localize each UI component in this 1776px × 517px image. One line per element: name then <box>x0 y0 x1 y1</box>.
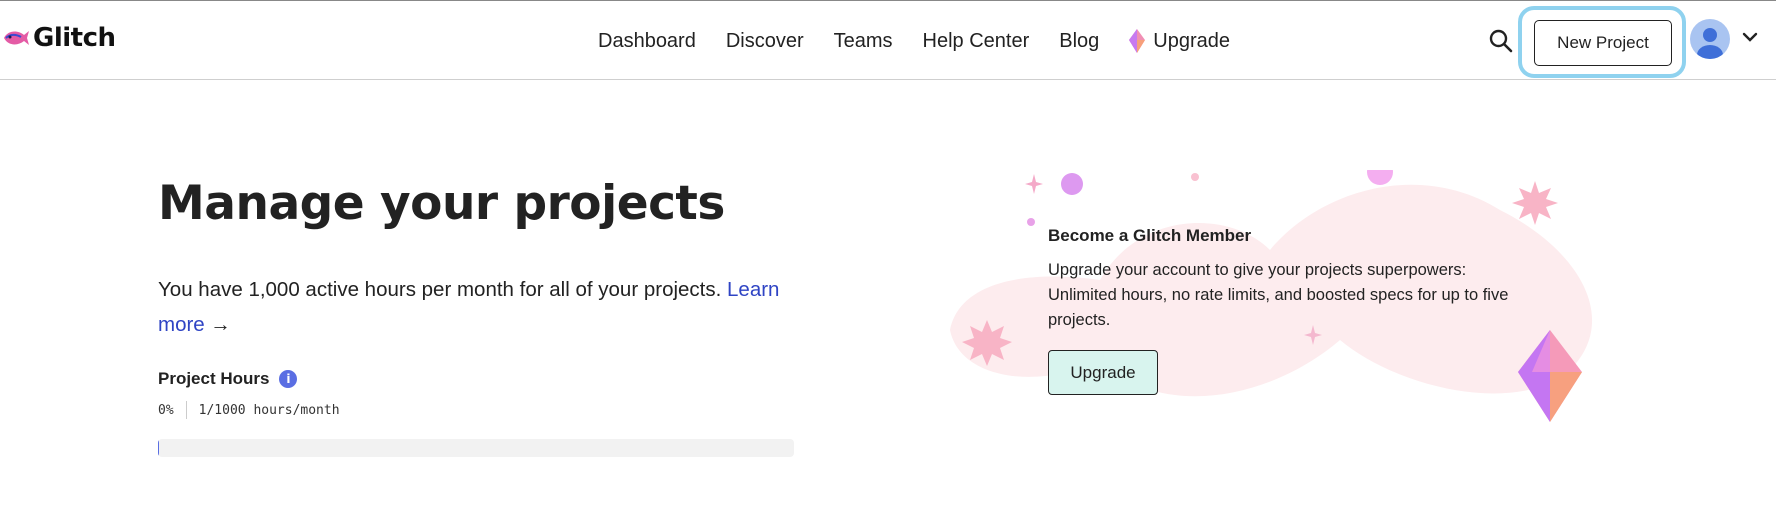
arrow-right-icon: → <box>210 313 231 336</box>
hours-progress-bar <box>158 439 794 457</box>
divider <box>185 401 187 419</box>
membership-promo: Become a Glitch Member Upgrade your acco… <box>1048 226 1518 333</box>
glitch-logo[interactable]: Glitch <box>2 23 116 53</box>
nav-upgrade-label: Upgrade <box>1153 29 1231 52</box>
nav-dashboard[interactable]: Dashboard <box>598 30 696 53</box>
main-nav: Dashboard Discover Teams Help Center Blo… <box>598 29 1260 53</box>
nav-blog[interactable]: Blog <box>1059 30 1099 53</box>
glitch-fish-icon <box>4 31 29 45</box>
hours-description: You have 1,000 active hours per month fo… <box>158 272 798 342</box>
new-project-button[interactable]: New Project <box>1534 20 1672 66</box>
avatar[interactable] <box>1690 19 1730 59</box>
project-hours-label: Project Hours <box>158 369 270 388</box>
nav-help-center[interactable]: Help Center <box>923 30 1030 53</box>
info-icon[interactable]: i <box>279 370 298 388</box>
user-avatar-icon <box>1697 28 1723 59</box>
promo-text: Upgrade your account to give your projec… <box>1048 261 1509 329</box>
project-hours-heading: Project Hours i <box>158 369 298 389</box>
nav-discover[interactable]: Discover <box>726 30 804 53</box>
hours-percent: 0% <box>158 402 174 418</box>
chevron-down-icon[interactable] <box>1742 31 1758 43</box>
gem-icon <box>1518 330 1582 422</box>
project-hours-meta: 0% 1/1000 hours/month <box>158 401 340 419</box>
search-icon[interactable] <box>1488 28 1514 54</box>
top-navigation-bar: Glitch Dashboard Discover Teams Help Cen… <box>0 0 1776 80</box>
upgrade-button[interactable]: Upgrade <box>1048 350 1158 395</box>
new-project-focus-ring: New Project <box>1518 6 1686 78</box>
description-text: You have 1,000 active hours per month fo… <box>158 278 722 301</box>
hours-progress-fill <box>158 439 159 457</box>
page-title: Manage your projects <box>158 176 725 231</box>
promo-title: Become a Glitch Member <box>1048 226 1252 245</box>
hours-usage: 1/1000 hours/month <box>198 402 340 418</box>
gem-icon <box>1129 29 1146 53</box>
brand-name: Glitch <box>33 23 116 53</box>
nav-upgrade[interactable]: Upgrade <box>1129 29 1230 53</box>
nav-teams[interactable]: Teams <box>834 30 893 53</box>
